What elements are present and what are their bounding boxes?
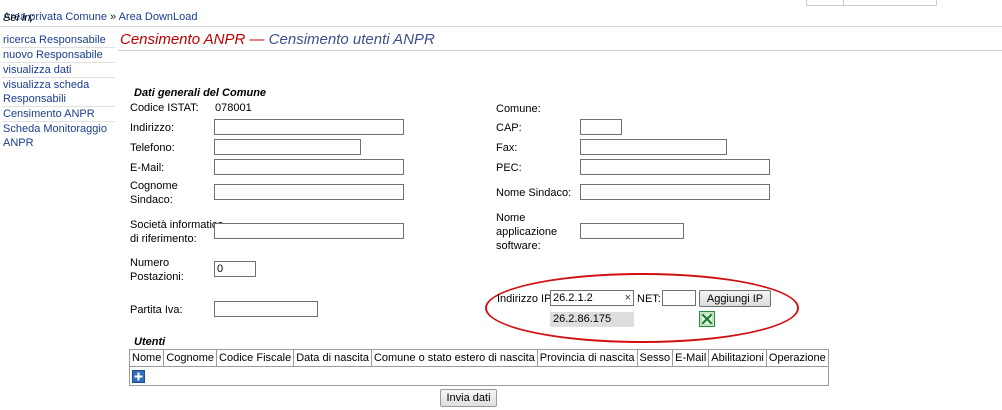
users-add-row	[129, 366, 829, 386]
column-header: E-Mail	[672, 349, 710, 367]
pec-field[interactable]	[580, 159, 770, 175]
breadcrumb-prefix: Sei in:	[3, 12, 34, 24]
numero-postazioni-label-2: Postazioni:	[130, 271, 184, 283]
sidebar-item-visualizza-dati[interactable]: visualizza dati	[2, 63, 115, 78]
breadcrumb: Sei in: Area privata Comune » Area DownL…	[3, 11, 198, 24]
sidebar-item-nuovo-responsabile[interactable]: nuovo Responsabile	[2, 48, 115, 63]
column-header: Data di nascita	[293, 349, 372, 367]
codice-istat-value: 078001	[215, 102, 252, 114]
breadcrumb-separator: »	[110, 11, 117, 23]
column-header: Abilitazioni	[708, 349, 767, 367]
sidebar-item-censimento-anpr[interactable]: Censimento ANPR	[2, 107, 115, 122]
ip-list-item[interactable]: 26.2.86.175	[550, 312, 634, 327]
fax-field[interactable]	[580, 139, 727, 155]
nome-app-field[interactable]	[580, 223, 684, 239]
excel-export-icon[interactable]	[699, 311, 715, 327]
cognome-sindaco-label-1: Cognome	[130, 180, 178, 192]
sidebar-item-visualizza-scheda-responsabili[interactable]: visualizza scheda Responsabili	[2, 78, 115, 107]
telefono-field[interactable]	[214, 139, 361, 155]
page-title: Censimento ANPR — Censimento utenti ANPR	[120, 31, 435, 48]
top-strip	[0, 0, 1002, 6]
nome-app-label-2: applicazione	[496, 226, 558, 238]
net-label: NET:	[637, 293, 661, 305]
users-title: Utenti	[134, 336, 166, 348]
breadcrumb-link-area-download[interactable]: Area DownLoad	[119, 11, 198, 23]
societa-label-1: Società informatica	[130, 219, 224, 231]
nome-sindaco-field[interactable]	[580, 184, 770, 200]
ip-input[interactable]	[551, 291, 621, 305]
email-field[interactable]	[214, 159, 404, 175]
sidebar: ricerca Responsabile nuovo Responsabile …	[2, 33, 115, 150]
cap-field[interactable]	[580, 119, 622, 135]
telefono-label: Telefono:	[130, 142, 175, 154]
section-title: Dati generali del Comune	[134, 87, 267, 99]
codice-istat-label: Codice ISTAT:	[130, 102, 199, 114]
cap-label: CAP:	[496, 122, 522, 134]
breadcrumb-divider	[0, 26, 1002, 27]
users-table: Nome Cognome Codice Fiscale Data di nasc…	[128, 349, 829, 386]
plus-icon[interactable]	[132, 369, 145, 383]
ip-label: Indirizzo IP:	[497, 293, 555, 305]
cognome-sindaco-field[interactable]	[214, 184, 404, 200]
comune-label: Comune:	[496, 103, 541, 115]
nome-sindaco-label: Nome Sindaco:	[496, 187, 572, 199]
nome-app-label-3: software:	[496, 240, 541, 252]
partita-iva-field[interactable]	[214, 301, 318, 317]
sidebar-item-ricerca-responsabile[interactable]: ricerca Responsabile	[2, 33, 115, 48]
column-header: Sesso	[636, 349, 674, 367]
column-header: Codice Fiscale	[216, 349, 295, 367]
page-title-dash: —	[249, 31, 265, 48]
top-tab[interactable]	[843, 0, 937, 6]
societa-label-2: di riferimento:	[130, 233, 197, 245]
fax-label: Fax:	[496, 142, 518, 154]
partita-iva-label: Partita Iva:	[130, 304, 183, 316]
users-add-cell	[129, 366, 829, 386]
cognome-sindaco-label-2: Sindaco:	[130, 194, 173, 206]
column-header: Comune o stato estero di nascita	[370, 349, 538, 367]
page-title-sub: Censimento utenti ANPR	[268, 31, 435, 48]
net-field[interactable]	[662, 290, 696, 306]
column-header: Cognome	[163, 349, 218, 367]
numero-postazioni-field[interactable]	[214, 261, 256, 277]
column-header: Nome	[128, 349, 165, 367]
page-title-main: Censimento ANPR	[120, 31, 246, 48]
societa-field[interactable]	[214, 223, 404, 239]
ip-input-wrapper: ×	[550, 290, 634, 306]
nome-app-label-1: Nome	[496, 212, 526, 224]
top-tab[interactable]	[806, 0, 844, 6]
highlight-ellipse	[485, 273, 799, 343]
column-header: Provincia di nascita	[536, 349, 638, 367]
indirizzo-field[interactable]	[214, 119, 404, 135]
pec-label: PEC:	[496, 162, 522, 174]
title-divider	[118, 50, 1002, 51]
email-label: E-Mail:	[130, 162, 165, 174]
indirizzo-label: Indirizzo:	[130, 122, 175, 134]
add-ip-button[interactable]: Aggiungi IP	[699, 290, 771, 307]
numero-postazioni-label-1: Numero	[130, 257, 170, 269]
column-header: Operazione	[765, 349, 829, 367]
submit-button[interactable]: Invia dati	[440, 389, 497, 407]
users-header-row: Nome Cognome Codice Fiscale Data di nasc…	[128, 349, 829, 367]
clear-icon[interactable]: ×	[625, 291, 631, 305]
sidebar-item-scheda-monitoraggio-anpr[interactable]: Scheda Monitoraggio ANPR	[2, 122, 115, 150]
